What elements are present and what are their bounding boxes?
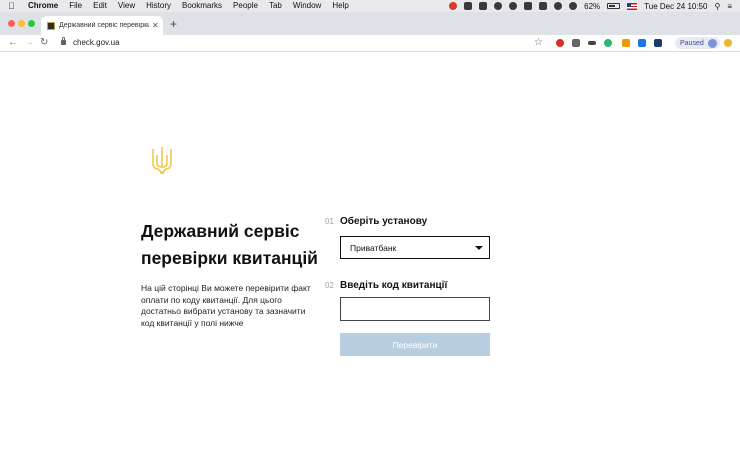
control-center-icon[interactable]: ≡ — [727, 2, 732, 11]
step-select-institution: 01 Оберіть установу — [325, 216, 427, 227]
menu-file[interactable]: File — [69, 0, 82, 12]
ukraine-trident-icon — [152, 147, 172, 174]
airplay-icon[interactable] — [539, 2, 548, 10]
forward-icon[interactable]: → — [24, 37, 34, 49]
profile-status-label: Paused — [680, 39, 704, 47]
tab-close-icon[interactable]: ✕ — [152, 21, 159, 30]
page-title: Державний сервіс перевірки квитанцій — [141, 221, 318, 268]
status-app-icon[interactable] — [524, 2, 533, 10]
status-app-icon[interactable] — [479, 2, 488, 10]
back-icon[interactable]: ← — [8, 37, 18, 49]
lock-icon[interactable] — [61, 37, 66, 45]
wifi-icon[interactable] — [569, 2, 578, 10]
menu-view[interactable]: View — [118, 0, 135, 12]
battery-percent: 62% — [584, 1, 601, 11]
page-description: На цій сторінці Ви можете перевірити фак… — [141, 283, 311, 328]
active-tab[interactable]: Державний сервіс перевірки ✕ — [41, 16, 163, 35]
extension-icon[interactable] — [604, 39, 612, 47]
window-close-button[interactable] — [8, 20, 15, 27]
spotlight-search-icon[interactable]: ⚲ — [714, 2, 720, 11]
avatar — [707, 38, 717, 48]
menu-help[interactable]: Help — [332, 0, 348, 12]
new-tab-button[interactable]: + — [170, 18, 177, 30]
menu-edit[interactable]: Edit — [93, 0, 107, 12]
menu-bookmarks[interactable]: Bookmarks — [182, 0, 222, 12]
caret-down-icon — [475, 246, 483, 250]
status-app-icon[interactable] — [464, 2, 473, 10]
window-maximize-button[interactable] — [28, 20, 35, 27]
clock[interactable]: Tue Dec 24 10:50 — [644, 2, 707, 11]
menu-people[interactable]: People — [233, 0, 258, 12]
window-minimize-button[interactable] — [18, 20, 25, 27]
step-number: 02 — [325, 281, 334, 290]
step-label: Введіть код квитанції — [340, 280, 448, 291]
extension-icon[interactable] — [556, 39, 564, 47]
extension-icon[interactable] — [654, 39, 662, 47]
notification-badge-icon[interactable] — [449, 2, 458, 10]
chat-icon[interactable] — [509, 2, 518, 10]
step-enter-code: 02 Введіть код квитанції — [325, 280, 447, 291]
input-source-flag-icon[interactable] — [627, 2, 638, 10]
apple-menu-icon[interactable]:  — [8, 0, 18, 12]
battery-icon[interactable] — [607, 3, 621, 9]
extension-icon[interactable] — [572, 39, 580, 47]
status-app-icon[interactable] — [494, 2, 503, 10]
menu-app-chrome[interactable]: Chrome — [28, 0, 58, 12]
menu-tab[interactable]: Tab — [269, 0, 282, 12]
tab-title: Державний сервіс перевірки — [59, 22, 149, 29]
menu-window[interactable]: Window — [293, 0, 321, 12]
step-number: 01 — [325, 217, 334, 226]
chrome-menu-icon[interactable] — [724, 39, 732, 47]
extension-icon[interactable] — [638, 39, 646, 47]
bookmark-star-icon[interactable]: ☆ — [534, 37, 543, 49]
institution-selected-value: Приватбанк — [350, 242, 397, 253]
institution-select[interactable]: Приватбанк — [340, 236, 490, 259]
extension-icon[interactable] — [622, 39, 630, 47]
address-bar[interactable]: check.gov.ua — [73, 38, 120, 48]
bluetooth-icon[interactable] — [554, 2, 563, 10]
step-label: Оберіть установу — [340, 216, 428, 227]
status-area: 62% Tue Dec 24 10:50 ⚲ ≡ — [449, 0, 732, 12]
tab-strip: Державний сервіс перевірки ✕ + — [0, 12, 740, 35]
check-button[interactable]: Перевірити — [340, 333, 490, 356]
reload-icon[interactable]: ↻ — [40, 37, 48, 49]
profile-button[interactable]: Paused — [675, 37, 720, 49]
site-favicon-icon — [47, 21, 55, 30]
menu-history[interactable]: History — [146, 0, 171, 12]
macos-menubar:  Chrome File Edit View History Bookmark… — [0, 0, 740, 12]
browser-toolbar: ← → ↻ check.gov.ua ☆ Paused — [0, 35, 740, 52]
receipt-code-input[interactable] — [340, 297, 490, 321]
extension-icon[interactable] — [588, 41, 596, 45]
